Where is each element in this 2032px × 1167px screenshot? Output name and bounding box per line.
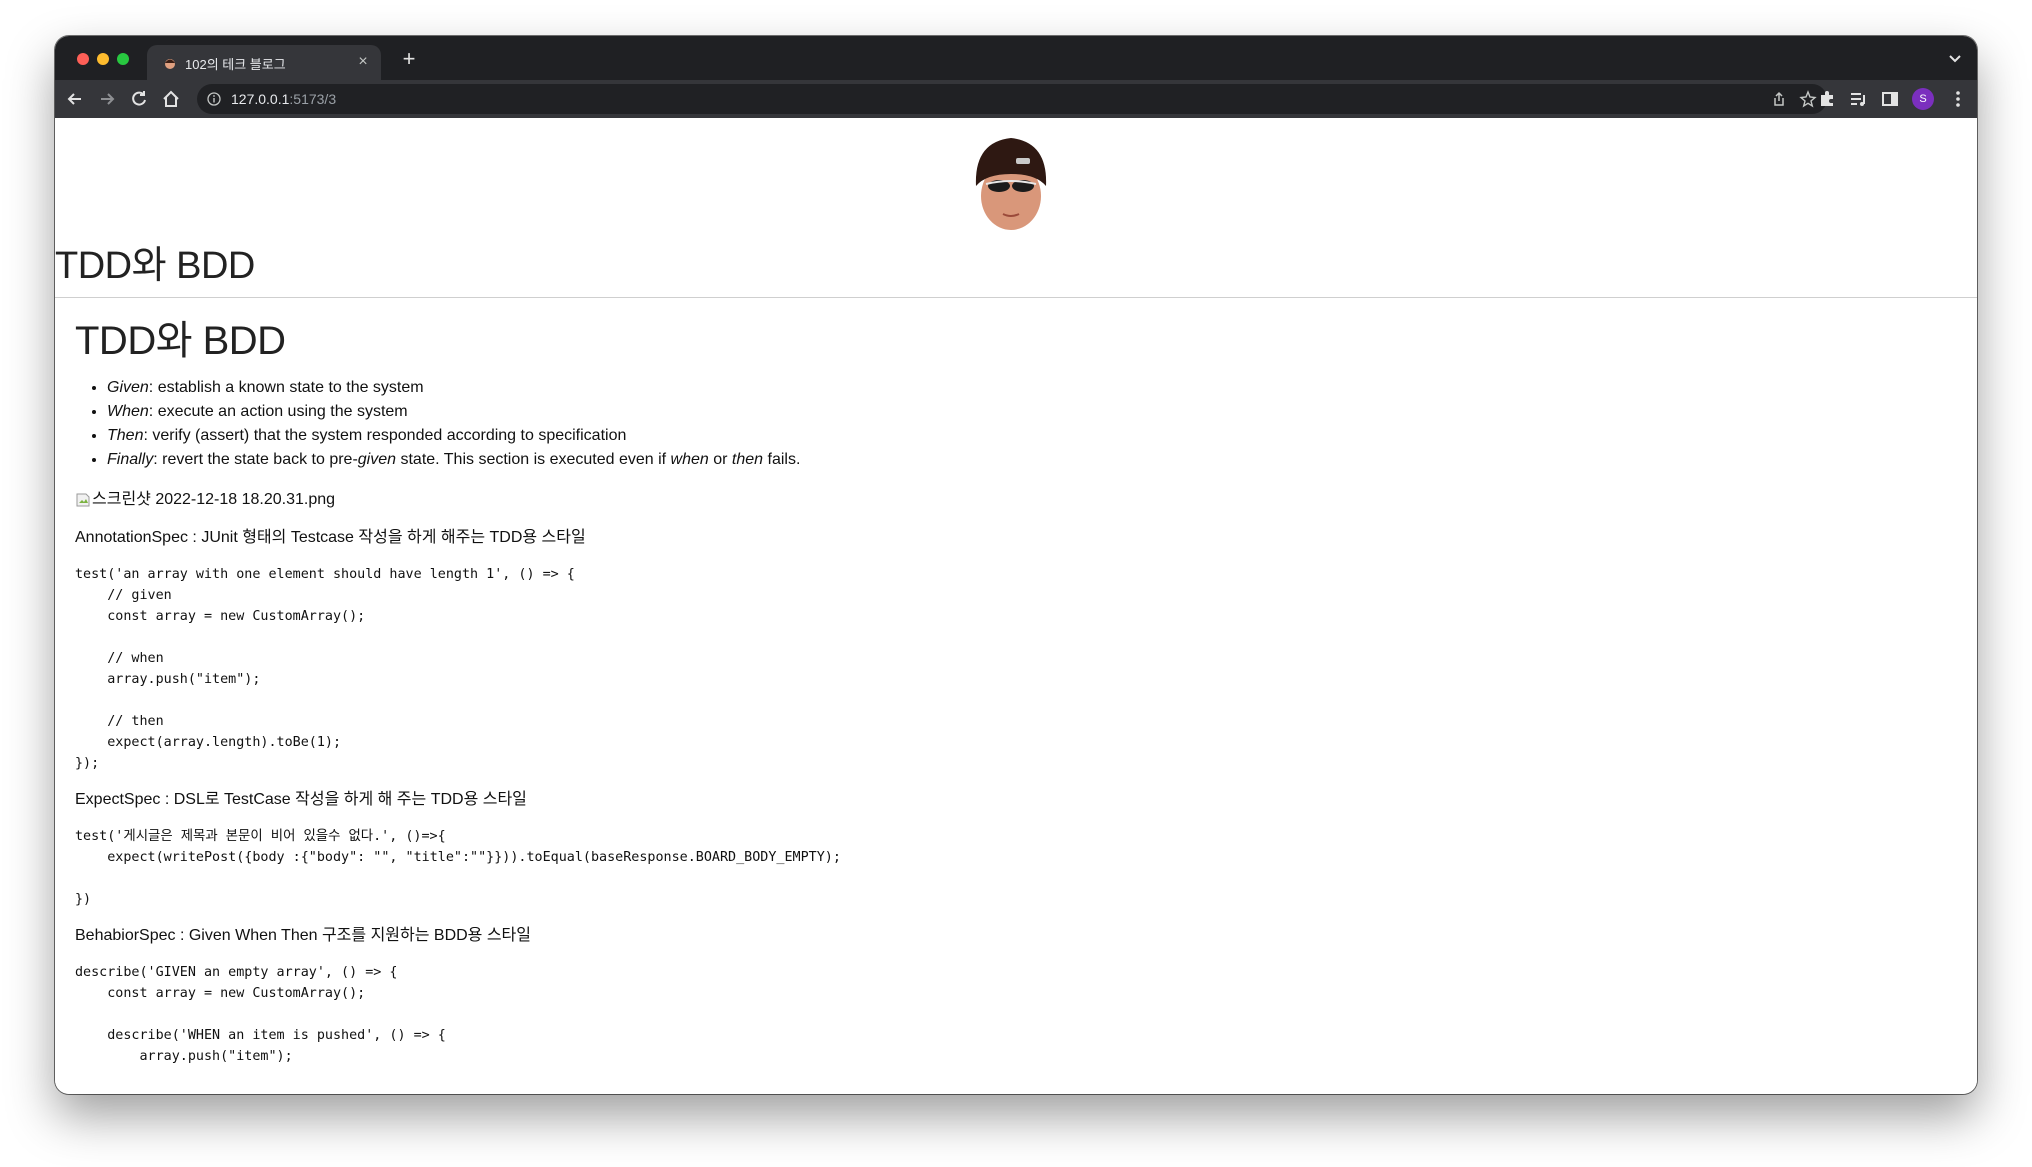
code-line: // given — [75, 588, 172, 603]
tab-title: 102의 테크 블로그 — [185, 57, 286, 72]
reload-icon[interactable] — [129, 89, 149, 109]
code-line: ​ — [75, 690, 1935, 711]
list-item-term: Given — [107, 379, 149, 396]
forward-icon[interactable] — [97, 89, 117, 109]
page-viewport: TDD와 BDD TDD와 BDD Given: establish a kno… — [55, 118, 1977, 1094]
broken-image-icon — [76, 493, 90, 507]
list-item-emphasis: then — [731, 451, 764, 468]
broken-image: 스크린샷 2022-12-18 18.20.31.png — [75, 488, 1935, 512]
code-line: ​ — [75, 627, 1935, 648]
list-item-emphasis: given — [357, 451, 397, 468]
code-line: expect(writePost({body :{"body": "", "ti… — [75, 850, 841, 865]
code-block-behavior-spec: describe('GIVEN an empty array', () => {… — [75, 962, 1935, 1067]
code-line: describe('WHEN an item is pushed', () =>… — [75, 1028, 446, 1043]
tab-search-icon[interactable] — [1947, 50, 1963, 66]
back-icon[interactable] — [65, 89, 85, 109]
code-line: test('게시글은 제목과 본문이 비어 있을수 없다.', ()=>{ — [75, 829, 446, 844]
side-panel-icon[interactable] — [1880, 89, 1900, 109]
code-line: array.push("item"); — [75, 1049, 293, 1064]
url-host: 127.0.0.1 — [231, 91, 290, 107]
list-item-text: or — [708, 451, 732, 468]
post-article: TDD와 BDD Given: establish a known state … — [75, 316, 1935, 1081]
star-icon[interactable] — [1799, 90, 1817, 108]
code-line: // then — [75, 714, 164, 729]
code-block-expect-spec: test('게시글은 제목과 본문이 비어 있을수 없다.', ()=>{ ex… — [75, 826, 1935, 910]
list-item-term: Then — [107, 427, 144, 444]
share-icon[interactable] — [1771, 91, 1787, 107]
behavior-spec-paragraph: BehabiorSpec : Given When Then 구조를 지원하는 … — [75, 927, 531, 944]
code-line: // when — [75, 651, 164, 666]
avatar[interactable] — [972, 134, 1050, 232]
new-tab-button[interactable]: + — [398, 48, 420, 71]
code-line: expect(array.length).toBe(1); — [75, 735, 342, 750]
code-line: }) — [75, 892, 92, 907]
code-line: describe('GIVEN an empty array', () => { — [75, 965, 398, 980]
address-bar[interactable]: 127.0.0.1:5173/3 — [197, 84, 1827, 114]
home-icon[interactable] — [161, 89, 181, 109]
url-text: 127.0.0.1:5173/3 — [231, 91, 336, 107]
list-item-text: : establish a known state to the system — [148, 379, 424, 396]
post-title: TDD와 BDD — [75, 319, 286, 363]
code-line: test('an array with one element should h… — [75, 567, 575, 582]
code-line: const array = new CustomArray(); — [75, 609, 366, 624]
expect-spec-paragraph: ExpectSpec : DSL로 TestCase 작성을 하게 해 주는 T… — [75, 791, 527, 808]
list-item: When: execute an action using the system — [107, 400, 1935, 424]
reading-list-icon[interactable] — [1848, 89, 1868, 109]
list-item-text: state. This section is executed even if — [396, 451, 671, 468]
list-item-text: fails. — [763, 451, 801, 468]
menu-icon[interactable] — [1948, 89, 1968, 109]
code-line: }); — [75, 756, 100, 771]
list-item: Given: establish a known state to the sy… — [107, 376, 1935, 400]
code-line: ​ — [75, 868, 1935, 889]
list-item-text: : revert the state back to pre- — [153, 451, 358, 468]
active-tab[interactable]: 102의 테크 블로그 × — [147, 45, 381, 80]
list-item-emphasis: when — [670, 451, 709, 468]
tab-strip: 102의 테크 블로그 × + — [55, 36, 1977, 80]
annotation-spec-paragraph: AnnotationSpec : JUnit 형태의 Testcase 작성을 … — [75, 529, 586, 546]
list-item-text: : execute an action using the system — [148, 403, 408, 420]
url-path: :5173/3 — [289, 91, 337, 107]
extensions-icon[interactable] — [1817, 89, 1837, 109]
list-item-text: : verify (assert) that the system respon… — [143, 427, 627, 444]
list-item-term: Finally — [107, 451, 154, 468]
list-item: Finally: revert the state back to pre-gi… — [107, 448, 1935, 472]
code-line: ​ — [75, 1004, 1935, 1025]
minimize-window-button[interactable] — [97, 53, 109, 65]
browser-toolbar: 127.0.0.1:5173/3 S — [55, 80, 1977, 118]
image-alt-text: 스크린샷 2022-12-18 18.20.31.png — [92, 491, 336, 508]
code-line: array.push("item"); — [75, 672, 261, 687]
header-divider — [55, 297, 1977, 298]
site-info-icon[interactable] — [207, 92, 221, 106]
site-title[interactable]: TDD와 BDD — [55, 234, 255, 289]
favicon-icon — [165, 59, 175, 69]
browser-window: 102의 테크 블로그 × + 127.0.0.1:5173/3 S TDD와 … — [55, 36, 1977, 1094]
code-block-annotation-spec: test('an array with one element should h… — [75, 564, 1935, 774]
code-line: const array = new CustomArray(); — [75, 986, 366, 1001]
gwt-list: Given: establish a known state to the sy… — [75, 376, 1935, 472]
list-item-term: When — [107, 403, 149, 420]
close-window-button[interactable] — [77, 53, 89, 65]
tab-close-button[interactable]: × — [353, 52, 373, 72]
profile-avatar[interactable]: S — [1912, 88, 1934, 110]
maximize-window-button[interactable] — [117, 53, 129, 65]
list-item: Then: verify (assert) that the system re… — [107, 424, 1935, 448]
